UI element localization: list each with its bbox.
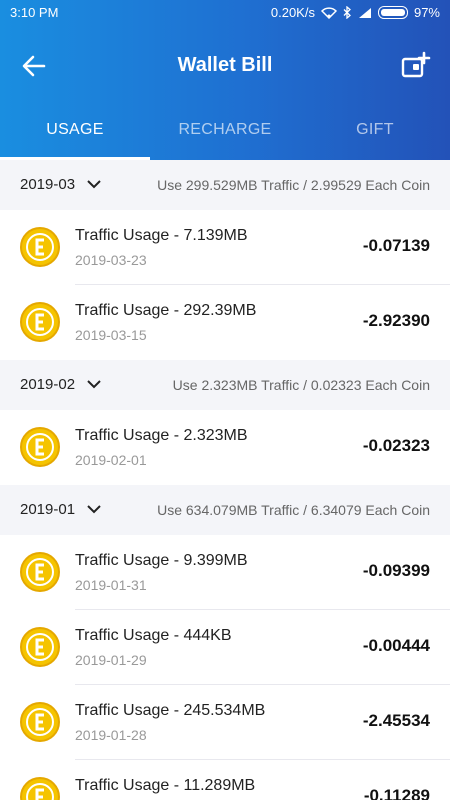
signal-icon	[358, 7, 372, 19]
item-date: 2019-01-31	[75, 577, 147, 593]
item-title: Traffic Usage - 444KB	[75, 627, 232, 644]
list-item[interactable]: Traffic Usage - 7.139MB 2019-03-23 -0.07…	[0, 210, 450, 285]
item-amount: -0.07139	[362, 236, 430, 255]
item-title: Traffic Usage - 7.139MB	[75, 227, 248, 244]
tab-gift[interactable]: GIFT	[300, 105, 450, 160]
coin-icon	[20, 627, 60, 667]
wifi-icon	[320, 6, 337, 19]
page-title: Wallet Bill	[177, 54, 273, 76]
tab-bar: USAGE RECHARGE GIFT	[0, 105, 450, 160]
list-item[interactable]: Traffic Usage - 9.399MB 2019-01-31 -0.09…	[0, 535, 450, 610]
item-date: 2019-03-15	[75, 327, 147, 343]
status-time: 3:10 PM	[10, 5, 59, 20]
month-header[interactable]: 2019-03 Use 299.529MB Traffic / 2.99529 …	[0, 160, 450, 210]
item-title: Traffic Usage - 2.323MB	[75, 427, 248, 444]
coin-icon	[20, 702, 60, 742]
status-bar: 3:10 PM 0.20K/s 97%	[0, 0, 450, 26]
month-label: 2019-03	[20, 176, 76, 193]
item-amount: -2.45534	[362, 711, 430, 730]
bill-list: 2019-03 Use 299.529MB Traffic / 2.99529 …	[0, 160, 450, 800]
month-label: 2019-01	[20, 501, 76, 518]
item-title: Traffic Usage - 9.399MB	[75, 552, 248, 569]
status-icons: 0.20K/s 97%	[271, 5, 440, 20]
coin-icon	[20, 302, 60, 342]
bluetooth-icon	[343, 6, 352, 19]
item-title: Traffic Usage - 11.289MB	[75, 777, 256, 794]
item-amount: -0.02323	[362, 436, 430, 455]
battery-level: 97%	[413, 5, 440, 20]
list-item[interactable]: Traffic Usage - 292.39MB 2019-03-15 -2.9…	[0, 285, 450, 360]
month-summary: Use 299.529MB Traffic / 2.99529 Each Coi…	[157, 177, 430, 193]
month-header[interactable]: 2019-01 Use 634.079MB Traffic / 6.34079 …	[0, 485, 450, 535]
month-summary: Use 2.323MB Traffic / 0.02323 Each Coin	[172, 377, 430, 393]
month-summary: Use 634.079MB Traffic / 6.34079 Each Coi…	[157, 502, 430, 518]
battery-icon	[377, 6, 408, 19]
item-amount: -0.09399	[362, 561, 430, 580]
item-date: 2019-01-28	[75, 727, 147, 743]
chevron-down-icon	[87, 180, 101, 189]
add-card-button[interactable]	[400, 50, 432, 82]
item-title: Traffic Usage - 245.534MB	[75, 702, 266, 719]
item-date: 2019-02-01	[75, 452, 147, 468]
chevron-down-icon	[87, 505, 101, 514]
month-label: 2019-02	[20, 376, 76, 393]
item-amount: -0.11289	[363, 786, 430, 800]
item-title: Traffic Usage - 292.39MB	[75, 302, 257, 319]
item-date: 2019-01-29	[75, 652, 147, 668]
item-date: 2019-03-23	[75, 252, 147, 268]
list-item[interactable]: Traffic Usage - 11.289MB -0.11289	[0, 760, 450, 800]
item-amount: -2.92390	[362, 311, 430, 330]
tab-usage[interactable]: USAGE	[0, 105, 150, 160]
list-item[interactable]: Traffic Usage - 2.323MB 2019-02-01 -0.02…	[0, 410, 450, 485]
item-amount: -0.00444	[362, 636, 430, 655]
tab-recharge[interactable]: RECHARGE	[150, 105, 300, 160]
app-header: 3:10 PM 0.20K/s 97% Wallet Bill USAGE RE…	[0, 0, 450, 160]
add-card-icon	[401, 51, 431, 78]
network-speed: 0.20K/s	[270, 5, 315, 20]
list-item[interactable]: Traffic Usage - 444KB 2019-01-29 -0.0044…	[0, 610, 450, 685]
coin-icon	[20, 777, 60, 800]
month-header[interactable]: 2019-02 Use 2.323MB Traffic / 0.02323 Ea…	[0, 360, 450, 410]
coin-icon	[20, 552, 60, 592]
chevron-down-icon	[87, 380, 101, 389]
coin-icon	[20, 427, 60, 467]
list-item[interactable]: Traffic Usage - 245.534MB 2019-01-28 -2.…	[0, 685, 450, 760]
coin-icon	[20, 227, 60, 267]
